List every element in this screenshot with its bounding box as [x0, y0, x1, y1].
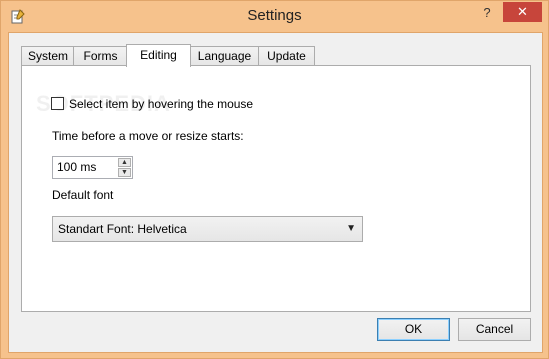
hover-select-checkbox[interactable] — [51, 97, 64, 110]
ok-button[interactable]: OK — [377, 318, 450, 341]
tab-update[interactable]: Update — [258, 46, 315, 66]
tab-language[interactable]: Language — [189, 46, 260, 66]
dialog-client-area: System Forms Editing Language Update SOF… — [8, 32, 543, 353]
default-font-dropdown[interactable]: Standart Font: Helvetica ▼ — [52, 216, 363, 242]
hover-select-label: Select item by hovering the mouse — [69, 97, 254, 111]
title-bar[interactable]: Settings ? ✕ — [1, 1, 548, 32]
close-button[interactable]: ✕ — [503, 2, 542, 22]
move-delay-spinbox[interactable]: 100 ms ▲ ▼ — [52, 156, 133, 179]
spin-up-button[interactable]: ▲ — [118, 158, 131, 167]
dropdown-arrow-icon: ▼ — [346, 223, 356, 234]
move-delay-label: Time before a move or resize starts: — [52, 129, 244, 143]
tab-forms[interactable]: Forms — [73, 46, 128, 66]
help-button[interactable]: ? — [473, 3, 501, 23]
default-font-label: Default font — [52, 188, 114, 202]
tab-editing[interactable]: Editing — [126, 44, 191, 67]
spin-down-button[interactable]: ▼ — [118, 168, 131, 177]
window-title: Settings — [247, 7, 302, 24]
default-font-value: Standart Font: Helvetica — [58, 222, 187, 236]
tab-system[interactable]: System — [21, 46, 75, 66]
move-delay-value: 100 ms — [57, 160, 97, 174]
spin-buttons: ▲ ▼ — [118, 158, 131, 177]
cancel-button[interactable]: Cancel — [458, 318, 531, 341]
settings-window: Settings ? ✕ System Forms Editing Langua… — [0, 0, 549, 359]
